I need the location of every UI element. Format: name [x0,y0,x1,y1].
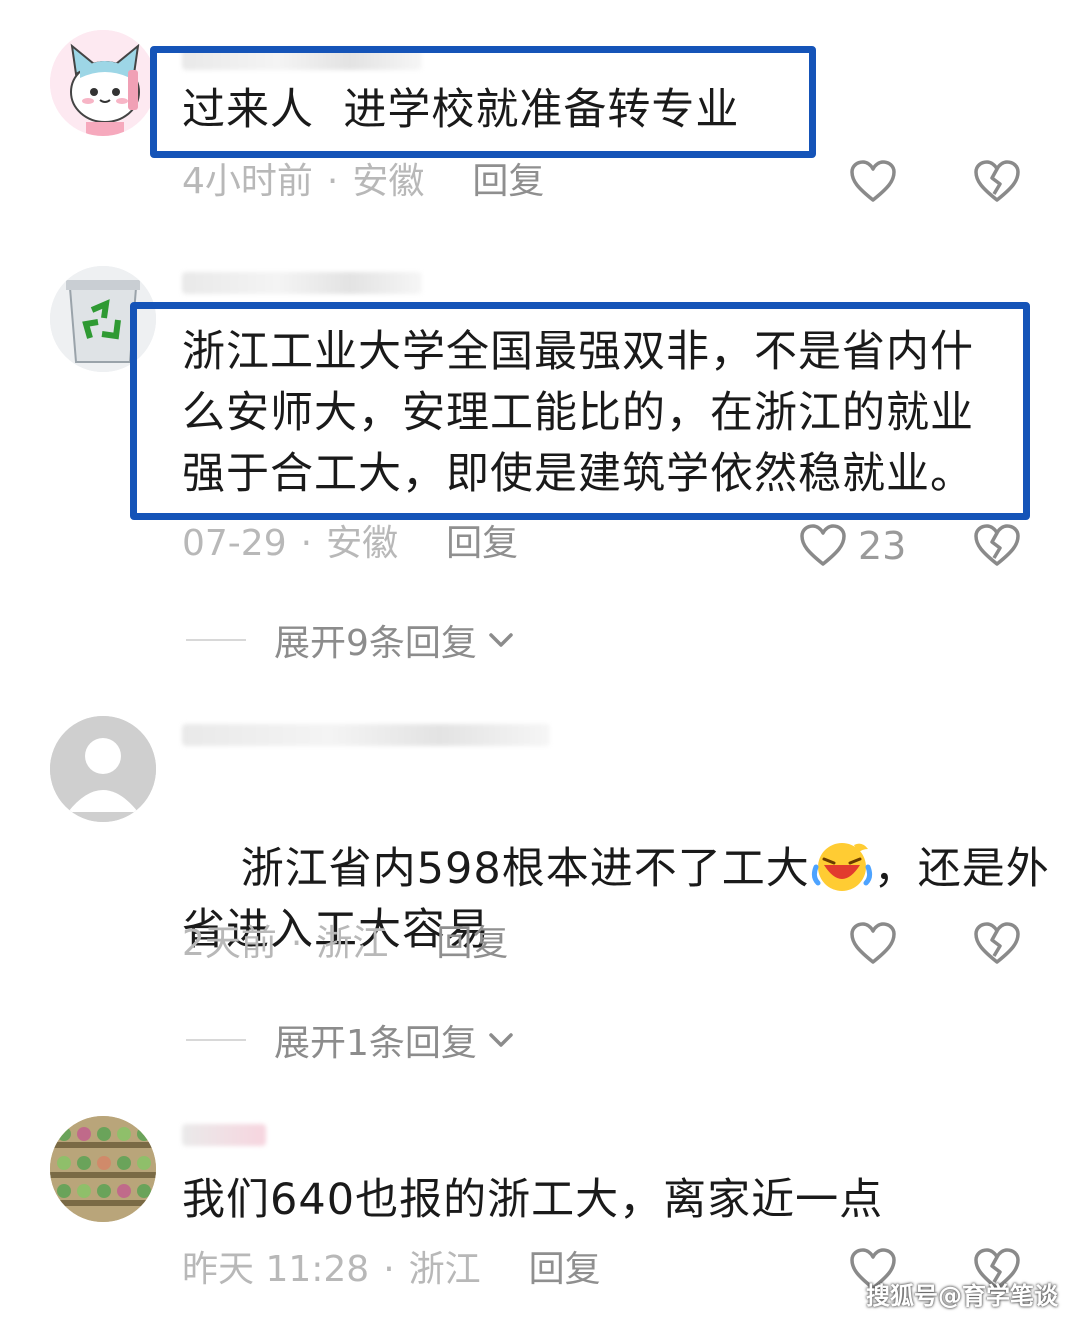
watermark: 搜狐号@育学笔谈 [866,1282,1058,1310]
heart-outline-icon[interactable] [848,920,898,966]
separator-dot: · [300,523,313,564]
avatar[interactable] [50,1116,156,1222]
comment-text: 浙江省内598根本进不了工大 ，还是外 省进入工大容易 [182,776,1050,1022]
chevron-down-icon [489,633,513,647]
comment-text: 过来人 进学校就准备转专业 [182,85,740,135]
comment-text-part: 浙江省内598根本进不了工大 [240,844,810,894]
like-count: 23 [858,524,907,568]
comment-location: 浙江 [316,923,389,964]
comment-text: 我们640也报的浙工大，离家近一点 [182,1175,884,1225]
cartoon-cat-avatar-icon [50,30,156,136]
comment-time: 07-29 [182,523,287,564]
separator-dot: · [290,923,303,964]
avatar[interactable] [50,30,156,136]
comment-location: 安徽 [352,161,425,202]
comment-meta: 2天前 · 浙江 回复 [182,922,508,966]
laughing-crying-emoji-icon [811,843,872,891]
comment-time: 4小时前 [182,161,313,202]
comment-text: 浙江工业大学全国最强双非，不是省内什 么安师大，安理工能比的，在浙江的就业 强于… [182,327,974,499]
chevron-down-icon [489,1033,513,1047]
broken-heart-icon[interactable] [972,920,1022,966]
blurred-username[interactable] [182,272,422,294]
heart-outline-icon[interactable] [848,158,898,204]
reply-button[interactable]: 回复 [529,1249,601,1290]
comment-location: 安徽 [326,523,399,564]
divider-line [186,1039,246,1041]
expand-replies-button[interactable]: 展开1条回复 [186,1018,517,1064]
heart-outline-icon[interactable] [798,522,848,568]
comment-time: 昨天 11:28 [182,1249,370,1290]
comment-location: 浙江 [408,1249,481,1290]
expand-replies-label: 展开1条回复 [274,1023,477,1064]
blurred-username[interactable] [182,1124,266,1146]
comment-meta: 07-29 · 安徽 回复 [182,522,518,566]
separator-dot: · [383,1249,395,1290]
comment-item-1: 过来人 进学校就准备转专业 4小时前 · 安徽 回复 [0,0,1080,250]
comment-meta: 4小时前 · 安徽 回复 [182,160,544,204]
separator-dot: · [326,161,339,202]
divider-line [186,639,246,641]
broken-heart-icon[interactable] [972,158,1022,204]
avatar[interactable] [50,716,156,822]
comment-meta: 昨天 11:28 · 浙江 回复 [182,1248,601,1292]
reply-button[interactable]: 回复 [446,523,518,564]
default-user-avatar-icon [50,716,156,822]
expand-replies-button[interactable]: 展开9条回复 [186,618,517,664]
reply-button[interactable]: 回复 [436,923,508,964]
blurred-username[interactable] [182,724,550,746]
broken-heart-icon[interactable] [972,522,1022,568]
expand-replies-label: 展开9条回复 [274,623,477,664]
reply-button[interactable]: 回复 [472,161,544,202]
comment-time: 2天前 [182,923,277,964]
plant-shelf-avatar-icon [50,1116,156,1222]
